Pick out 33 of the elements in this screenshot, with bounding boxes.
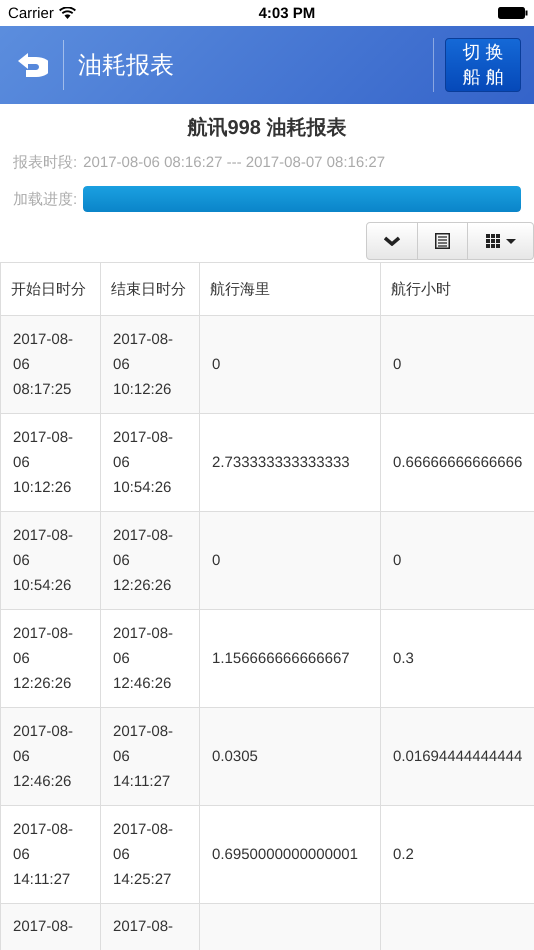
table-cell: 2017-08-06 08:17:25 xyxy=(0,316,100,414)
column-header: 开始日时分 xyxy=(0,262,100,316)
carrier-label: Carrier xyxy=(8,4,54,22)
table-cell: 2017-08-06 10:54:26 xyxy=(0,512,100,610)
table-cell: 0.01694444444444 xyxy=(380,708,534,806)
table-cell: 2017-08-06 14:11:27 xyxy=(100,708,200,806)
chevron-down-icon xyxy=(384,236,400,246)
report-title: 航讯998 油耗报表 xyxy=(186,116,348,141)
page-title: 油耗报表 xyxy=(77,51,175,81)
wifi-icon xyxy=(58,7,76,19)
table-cell: 2017-08- xyxy=(100,904,200,950)
collapse-button[interactable] xyxy=(366,222,418,260)
columns-button[interactable] xyxy=(468,222,534,260)
switch-vessel-button[interactable]: 切 换 船 舶 xyxy=(445,38,521,92)
table-cell: 0 xyxy=(200,512,380,610)
grid-icon xyxy=(486,234,500,248)
table-cell: 0.0305 xyxy=(200,708,380,806)
period-label: 报表时段: xyxy=(13,153,78,172)
table-cell: 2017-08-06 10:12:26 xyxy=(100,316,200,414)
caret-icon xyxy=(506,238,516,244)
battery-icon xyxy=(498,7,528,19)
list-view-button[interactable] xyxy=(418,222,468,260)
period-value: 2017-08-06 08:16:27 --- 2017-08-07 08:16:27 xyxy=(83,154,386,171)
progress-label: 加载进度: xyxy=(13,190,78,208)
table-cell: 2017-08-06 12:46:26 xyxy=(0,708,100,806)
table-cell: 2017-08-06 12:26:26 xyxy=(100,512,200,610)
table-cell: 0 xyxy=(200,316,380,414)
table-cell: 0 xyxy=(380,316,534,414)
back-arrow-icon xyxy=(16,51,48,79)
table-cell: 2017-08- xyxy=(0,904,100,950)
clock-time: 4:03 PM xyxy=(258,4,316,22)
list-icon xyxy=(435,233,450,249)
table-cell: 0 xyxy=(380,512,534,610)
